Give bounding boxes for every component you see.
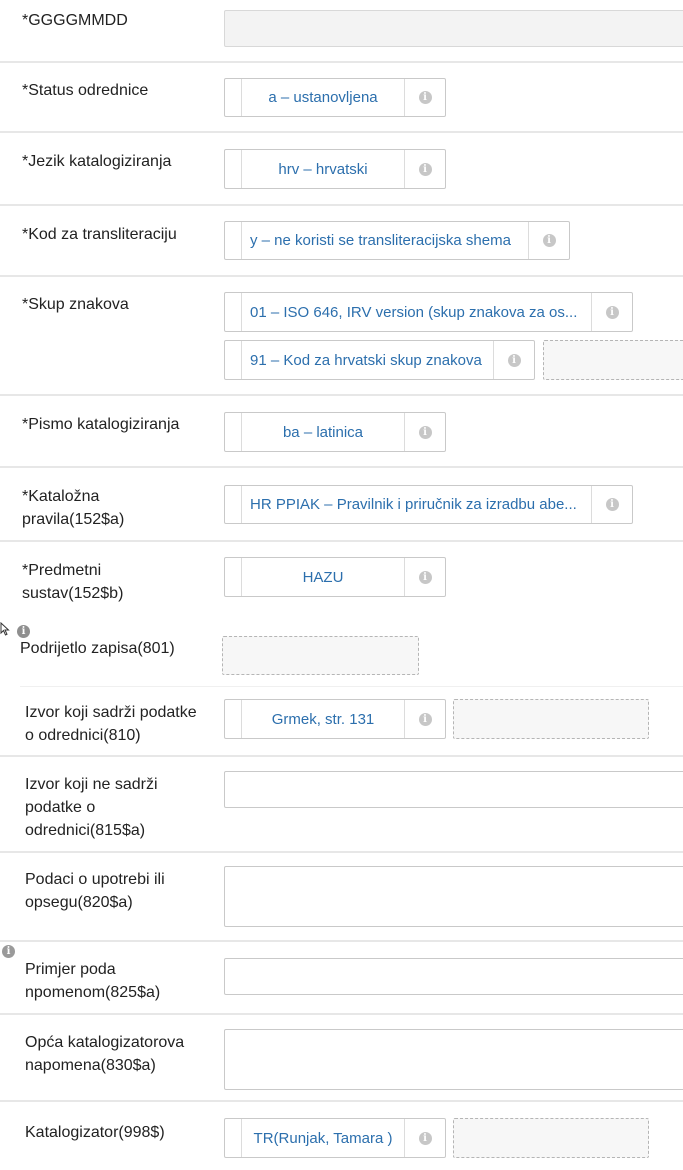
- rules-value: HR PPIAK – Pravilnik i priručnik za izra…: [250, 496, 577, 513]
- origin-label: Podrijetlo zapisa(801): [20, 640, 175, 657]
- cursor-icon: [0, 622, 10, 636]
- separator: [0, 466, 683, 468]
- source-with-value: Grmek, str. 131: [271, 710, 375, 728]
- separator: [0, 131, 683, 133]
- charset-label: *Skup znakova: [22, 296, 129, 313]
- info-icon[interactable]: i: [418, 425, 432, 439]
- separator: [0, 1100, 683, 1102]
- script-select[interactable]: ba – latinica i: [224, 412, 446, 452]
- separator: [0, 1013, 683, 1015]
- date-label: *GGGGMMDD: [22, 12, 128, 29]
- charset-select-1[interactable]: 01 – ISO 646, IRV version (skup znakova …: [224, 292, 633, 332]
- info-icon[interactable]: i: [418, 1131, 432, 1145]
- rules-select[interactable]: HR PPIAK – Pravilnik i priručnik za izra…: [224, 485, 633, 524]
- separator: [0, 394, 683, 396]
- cataloger-add-slot[interactable]: [453, 1118, 649, 1158]
- charset-add-slot[interactable]: [543, 340, 683, 380]
- separator: [0, 540, 683, 542]
- info-icon[interactable]: i: [418, 712, 432, 726]
- subject-select[interactable]: HAZU i: [224, 557, 446, 597]
- charset-value-1: 01 – ISO 646, IRV version (skup znakova …: [250, 303, 578, 321]
- info-icon[interactable]: i: [542, 234, 556, 247]
- cataloger-label: Katalogizator(998$): [25, 1124, 165, 1141]
- language-value: hrv – hrvatski: [278, 160, 368, 178]
- example-input[interactable]: [224, 958, 683, 995]
- charset-select-2[interactable]: 91 – Kod za hrvatski skup znakova i: [224, 340, 535, 380]
- note-textarea[interactable]: [224, 1029, 683, 1090]
- info-icon[interactable]: i: [418, 91, 432, 104]
- translit-value: y – ne koristi se transliteracijska shem…: [250, 232, 511, 249]
- language-select[interactable]: hrv – hrvatski i: [224, 149, 446, 189]
- usage-label: Podaci o upotrebi ili opsegu(820$a): [25, 871, 165, 911]
- separator: [0, 755, 683, 757]
- separator: [20, 686, 683, 687]
- separator: [0, 275, 683, 277]
- source-with-label: Izvor koji sadrži podatke o odrednici(81…: [25, 704, 197, 744]
- subject-label: *Predmetni sustav(152$b): [22, 562, 124, 602]
- language-label: *Jezik katalogiziranja: [22, 153, 172, 170]
- source-with-add-slot[interactable]: [453, 699, 649, 739]
- usage-textarea[interactable]: [224, 866, 683, 927]
- separator: [0, 204, 683, 206]
- charset-value-2: 91 – Kod za hrvatski skup znakova: [250, 351, 482, 369]
- script-label: *Pismo katalogiziranja: [22, 416, 180, 433]
- info-icon[interactable]: i: [605, 498, 619, 511]
- translit-select[interactable]: y – ne koristi se transliteracijska shem…: [224, 221, 570, 260]
- note-label: Opća katalogizatorova napomena(830$a): [25, 1034, 185, 1074]
- separator: [0, 851, 683, 853]
- translit-label: *Kod za transliteraciju: [22, 226, 177, 243]
- separator: [0, 61, 683, 63]
- status-value: a – ustanovljena: [268, 89, 378, 106]
- separator: [0, 940, 683, 942]
- info-icon[interactable]: i: [605, 305, 619, 319]
- script-value: ba – latinica: [282, 423, 364, 441]
- status-select[interactable]: a – ustanovljena i: [224, 78, 446, 117]
- subject-value: HAZU: [302, 568, 344, 586]
- info-icon[interactable]: i: [418, 570, 432, 584]
- example-label: Primjer poda npomenom(825$a): [25, 961, 161, 1001]
- info-icon[interactable]: i: [418, 162, 432, 176]
- cataloger-value: TR(Runjak, Tamara ): [253, 1129, 393, 1147]
- rules-label: *Kataložna pravila(152$a): [22, 488, 125, 528]
- source-without-label: Izvor koji ne sadrži podatke o odrednici…: [25, 776, 158, 839]
- source-with-select[interactable]: Grmek, str. 131 i: [224, 699, 446, 739]
- date-field[interactable]: [224, 10, 683, 47]
- origin-add-slot[interactable]: [222, 636, 419, 675]
- cataloger-select[interactable]: TR(Runjak, Tamara ) i: [224, 1118, 446, 1158]
- source-without-input[interactable]: [224, 771, 683, 808]
- info-icon[interactable]: i: [507, 353, 521, 367]
- status-label: *Status odrednice: [22, 82, 149, 99]
- info-icon[interactable]: i: [2, 945, 15, 958]
